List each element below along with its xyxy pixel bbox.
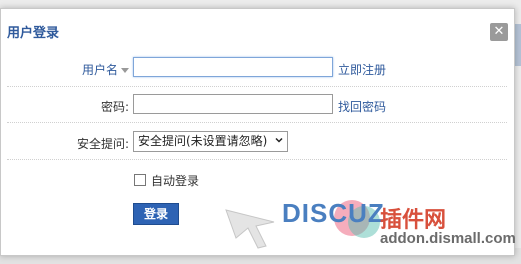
close-icon: ✕ (493, 24, 505, 39)
password-label: 密码: (100, 100, 129, 114)
register-link[interactable]: 立即注册 (338, 61, 386, 78)
watermark-url: addon.dismall.com (380, 230, 516, 247)
login-button[interactable]: 登录 (133, 203, 179, 225)
forgot-password-link[interactable]: 找回密码 (338, 98, 386, 115)
close-button[interactable]: ✕ (490, 23, 508, 41)
autologin-label[interactable]: 自动登录 (151, 172, 199, 189)
username-label: 用户名 (81, 63, 118, 77)
row-separator (7, 122, 507, 123)
username-input[interactable] (133, 57, 333, 77)
background-side-strip (514, 24, 521, 66)
security-question-label: 安全提问: (76, 137, 129, 151)
watermark-brand: DISCUZ (282, 198, 385, 228)
row-separator (7, 86, 507, 87)
password-input[interactable] (133, 94, 333, 114)
autologin-checkbox[interactable] (134, 174, 146, 186)
chevron-down-icon (275, 137, 283, 143)
security-question-select[interactable]: 安全提问(未设置请忽略) (133, 131, 288, 152)
row-separator (7, 159, 507, 160)
security-question-value: 安全提问(未设置请忽略) (138, 134, 268, 148)
dialog-title: 用户登录 (7, 26, 60, 41)
username-label-wrap[interactable]: 用户名 (41, 61, 129, 78)
dropdown-triangle-icon (121, 68, 129, 73)
